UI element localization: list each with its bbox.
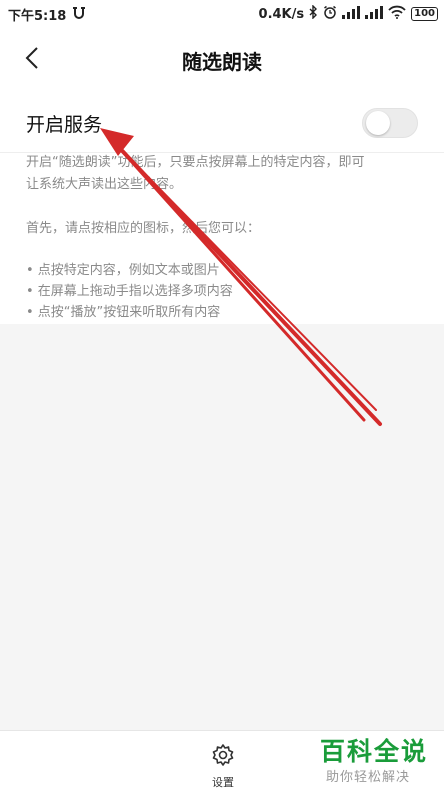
status-bar: 下午5:18 0.4K/s 100	[0, 0, 444, 26]
description-line: 让系统大声读出这些内容。	[26, 177, 183, 192]
signal-icon	[342, 5, 361, 23]
bullet-item: • 点按“播放”按钮来听取所有内容	[26, 305, 221, 320]
main-content: 开启服务 开启“随选朗读”功能后，只要点按屏幕上的特定内容，即可 让系统大声读出…	[0, 92, 444, 324]
alarm-icon	[323, 5, 337, 23]
status-time: 下午5:18	[8, 9, 67, 24]
bluetooth-icon	[309, 4, 318, 23]
notification-icon	[72, 6, 86, 24]
description-line: 开启“随选朗读”功能后，只要点按屏幕上的特定内容，即可	[26, 155, 365, 170]
network-speed: 0.4K/s	[258, 6, 305, 22]
toggle-knob	[366, 111, 390, 135]
bullet-item: • 在屏幕上拖动手指以选择多项内容	[26, 284, 233, 299]
watermark-tagline: 助你轻松解决	[326, 770, 411, 785]
settings-button[interactable]: 设置	[196, 743, 250, 791]
wifi-icon	[388, 5, 406, 23]
service-row[interactable]: 开启服务	[0, 92, 444, 153]
signal-icon	[365, 5, 384, 23]
header: 随选朗读	[0, 26, 444, 92]
service-toggle[interactable]	[362, 108, 418, 138]
bullet-item: • 点按特定内容，例如文本或图片	[26, 263, 220, 278]
gear-icon	[211, 744, 235, 771]
status-right: 0.4K/s 100	[258, 4, 438, 23]
page-title: 随选朗读	[182, 50, 262, 74]
watermark-logo: 百科全说	[320, 737, 429, 766]
status-left: 下午5:18	[8, 5, 86, 24]
service-label: 开启服务	[26, 114, 103, 136]
settings-label: 设置	[212, 776, 234, 789]
battery-icon: 100	[411, 7, 438, 21]
description-line: 首先，请点按相应的图标，然后您可以：	[26, 221, 261, 236]
